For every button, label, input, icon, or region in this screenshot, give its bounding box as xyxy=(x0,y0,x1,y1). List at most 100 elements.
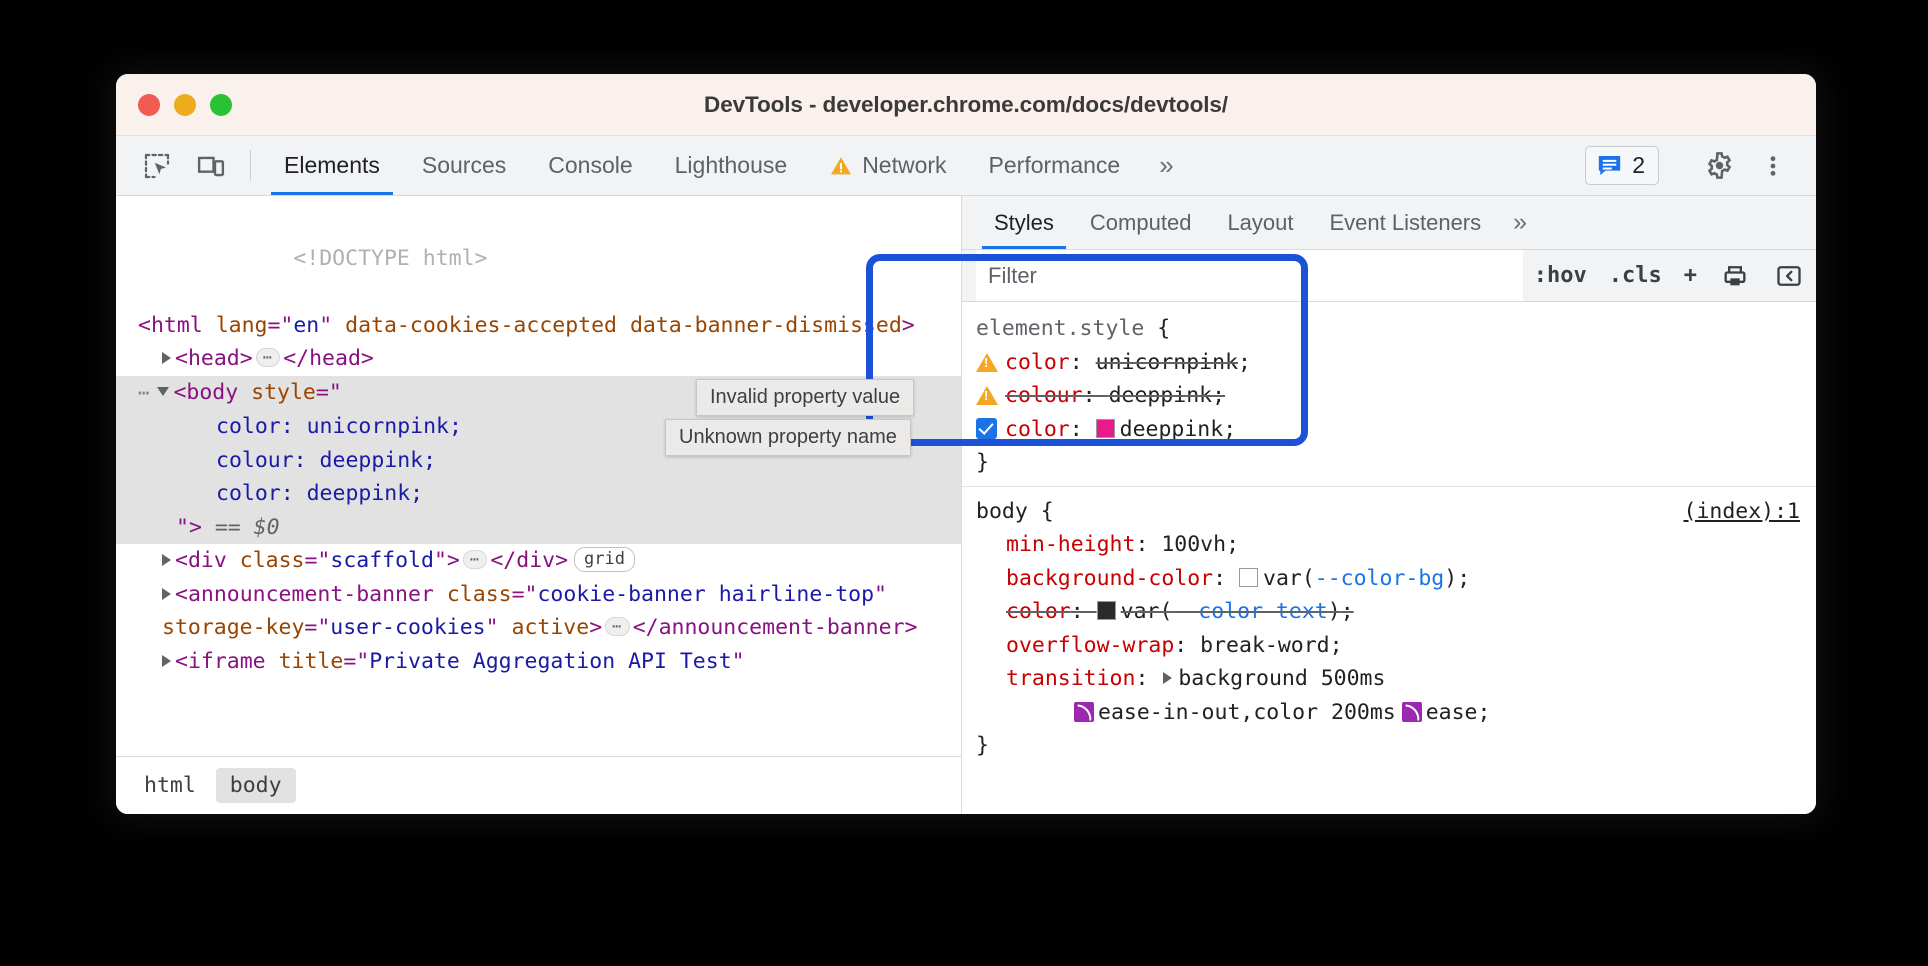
html-cookies-attr[interactable]: data-cookies-accepted xyxy=(345,313,617,338)
declaration-property[interactable]: overflow-wrap xyxy=(1006,633,1174,658)
banner-collapsed-children-icon[interactable]: ⋯ xyxy=(605,617,630,636)
banner-class-value-part1[interactable]: cookie-banner ha xyxy=(537,582,744,607)
element-classes-button[interactable]: .cls xyxy=(1598,250,1673,301)
tab-event-listeners[interactable]: Event Listeners xyxy=(1312,196,1500,249)
declaration-property[interactable]: color xyxy=(1006,599,1071,624)
easing-curve-icon[interactable] xyxy=(1402,702,1422,722)
toggle-sidebar-button[interactable] xyxy=(1762,250,1816,301)
html-lang-attr-value[interactable]: en xyxy=(293,313,319,338)
banner-active-attr[interactable]: active xyxy=(512,615,590,640)
declaration-value-line1[interactable]: background 500ms xyxy=(1178,666,1385,691)
dom-line-html[interactable]: <html lang="en" data-cookies-accepted da… xyxy=(116,309,961,343)
declaration-value[interactable]: 100vh xyxy=(1161,532,1226,557)
banner-class-value-part2[interactable]: irline-top xyxy=(745,582,874,607)
declaration-value[interactable]: deeppink xyxy=(1109,383,1213,408)
settings-button[interactable] xyxy=(1692,150,1746,181)
warning-triangle-icon[interactable] xyxy=(976,353,998,372)
dom-line-announcement-banner[interactable]: <announcement-banner class="cookie-banne… xyxy=(116,578,961,645)
tab-elements[interactable]: Elements xyxy=(263,136,401,195)
grid-badge[interactable]: grid xyxy=(574,547,635,572)
collapse-body-triangle-icon[interactable] xyxy=(157,387,169,396)
css-variable-link[interactable]: --color-bg xyxy=(1315,566,1444,591)
expand-head-triangle-icon[interactable] xyxy=(162,352,171,364)
rule-body-selector[interactable]: body { (index):1 xyxy=(962,495,1816,529)
tab-network[interactable]: Network xyxy=(808,136,967,195)
div-class-attr-value[interactable]: scaffold xyxy=(330,548,434,573)
dom-tree[interactable]: <!DOCTYPE html> <html lang="en" data-coo… xyxy=(116,196,961,756)
tab-styles[interactable]: Styles xyxy=(976,196,1072,249)
easing-curve-icon[interactable] xyxy=(1074,702,1094,722)
dom-line-doctype[interactable]: <!DOCTYPE html> xyxy=(116,208,961,309)
body-style-decl-2[interactable]: colour: deeppink; xyxy=(216,448,436,473)
declaration-property[interactable]: colour xyxy=(1005,383,1083,408)
declaration-enabled-checkbox[interactable] xyxy=(976,418,997,439)
more-styles-tabs-button[interactable]: » xyxy=(1499,196,1536,249)
dom-line-body-style-3[interactable]: color: deeppink; xyxy=(116,477,961,511)
hover-state-button[interactable]: :hov xyxy=(1523,250,1598,301)
styles-filter-input[interactable] xyxy=(976,250,1523,301)
declaration-property[interactable]: transition xyxy=(1006,666,1135,691)
banner-storagekey-attr-name[interactable]: storage-key xyxy=(162,615,304,640)
body-ellipsis-icon[interactable]: ⋯ xyxy=(138,382,151,404)
dom-line-head[interactable]: <head>⋯</head> xyxy=(116,342,961,376)
color-swatch-icon[interactable] xyxy=(1097,601,1116,620)
div-class-attr-name[interactable]: class xyxy=(240,548,305,573)
declaration-transition[interactable]: transition: background 500ms xyxy=(962,662,1816,696)
styles-rules-list[interactable]: element.style { color: unicornpink; colo… xyxy=(962,302,1816,814)
declaration-value[interactable]: unicornpink xyxy=(1096,350,1238,375)
body-style-decl-1[interactable]: color: unicornpink; xyxy=(216,414,462,439)
declaration-value-line2[interactable]: ease-in-out,color 200ms xyxy=(1098,700,1396,725)
new-style-rule-button[interactable]: + xyxy=(1673,250,1708,301)
declaration-overflow-wrap[interactable]: overflow-wrap: break-word; xyxy=(962,629,1816,663)
declaration-color-var[interactable]: color: var(--color-text); xyxy=(962,595,1816,629)
more-panels-button[interactable]: » xyxy=(1141,136,1186,195)
iframe-title-attr-name[interactable]: title xyxy=(279,649,344,674)
tab-console[interactable]: Console xyxy=(527,136,653,195)
banner-class-attr-name[interactable]: class xyxy=(447,582,512,607)
tab-sources[interactable]: Sources xyxy=(401,136,527,195)
rule-source-link[interactable]: (index):1 xyxy=(1684,495,1801,529)
tab-computed[interactable]: Computed xyxy=(1072,196,1210,249)
iframe-title-attr-value[interactable]: Private Aggregation API Test xyxy=(369,649,731,674)
expand-transition-triangle-icon[interactable] xyxy=(1163,672,1172,684)
expand-iframe-triangle-icon[interactable] xyxy=(162,655,171,667)
declaration-value[interactable]: break-word xyxy=(1200,633,1329,658)
declaration-value-line3[interactable]: ease; xyxy=(1426,700,1491,725)
inspect-element-button[interactable] xyxy=(130,136,184,195)
rule-element-style-selector[interactable]: element.style { xyxy=(962,312,1816,346)
body-style-decl-3[interactable]: color: deeppink; xyxy=(216,481,423,506)
declaration-property[interactable]: color xyxy=(1005,350,1070,375)
dom-line-iframe[interactable]: <iframe title="Private Aggregation API T… xyxy=(116,645,961,679)
breadcrumb-item-html[interactable]: html xyxy=(130,768,210,803)
declaration-transition-line2[interactable]: ease-in-out,color 200ms ease; xyxy=(962,696,1816,730)
color-swatch-icon[interactable] xyxy=(1096,419,1115,438)
declaration-colour-deeppink[interactable]: colour: deeppink; xyxy=(962,379,1816,413)
dom-line-body-close-attr[interactable]: "> == $0 xyxy=(116,511,961,545)
expand-div-triangle-icon[interactable] xyxy=(162,554,171,566)
declaration-property[interactable]: color xyxy=(1005,417,1070,442)
declaration-color-unicornpink[interactable]: color: unicornpink; xyxy=(962,346,1816,380)
device-toolbar-button[interactable] xyxy=(184,136,238,195)
console-messages-button[interactable]: 2 xyxy=(1585,146,1659,185)
dom-line-div-scaffold[interactable]: <div class="scaffold">⋯</div>grid xyxy=(116,544,961,578)
expand-banner-triangle-icon[interactable] xyxy=(162,588,171,600)
breadcrumb-item-body[interactable]: body xyxy=(216,768,296,803)
banner-storagekey-attr-value[interactable]: user-cookies xyxy=(330,615,485,640)
div-collapsed-children-icon[interactable]: ⋯ xyxy=(463,550,488,569)
declaration-property[interactable]: background-color xyxy=(1006,566,1213,591)
html-banner-attr[interactable]: data-banner-dismissed xyxy=(630,313,902,338)
warning-triangle-icon[interactable] xyxy=(976,386,998,405)
declaration-background-color[interactable]: background-color: var(--color-bg); xyxy=(962,562,1816,596)
tab-lighthouse[interactable]: Lighthouse xyxy=(654,136,809,195)
tab-performance[interactable]: Performance xyxy=(968,136,1142,195)
declaration-value[interactable]: deeppink xyxy=(1120,417,1224,442)
print-media-button[interactable] xyxy=(1708,250,1762,301)
declaration-color-deeppink[interactable]: color: deeppink; xyxy=(962,413,1816,447)
declaration-property[interactable]: min-height xyxy=(1006,532,1135,557)
color-swatch-icon[interactable] xyxy=(1239,568,1258,587)
declaration-min-height[interactable]: min-height: 100vh; xyxy=(962,528,1816,562)
body-style-attr-name[interactable]: style xyxy=(251,380,316,405)
html-lang-attr-name[interactable]: lang xyxy=(216,313,268,338)
collapsed-children-icon[interactable]: ⋯ xyxy=(256,348,281,367)
css-variable-link[interactable]: --color-text xyxy=(1172,599,1327,624)
